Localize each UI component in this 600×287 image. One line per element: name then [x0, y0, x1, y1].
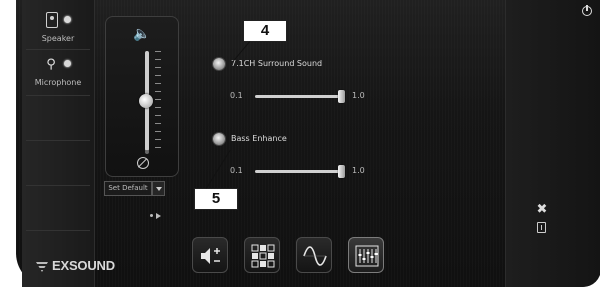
microphone-status-indicator [64, 60, 71, 67]
tab-equalizer[interactable] [296, 237, 332, 273]
tools-icon[interactable]: ✖ [535, 203, 549, 217]
info-icon[interactable] [537, 222, 546, 233]
bass-enhance-slider-track[interactable] [255, 170, 341, 173]
page-navigation-arrow[interactable] [150, 211, 166, 221]
bass-enhance-label: Bass Enhance [231, 134, 287, 143]
surround-sound-slider-track[interactable] [255, 95, 341, 98]
device-speaker[interactable]: Speaker [22, 6, 94, 50]
tab-environment[interactable] [244, 237, 280, 273]
right-panel [505, 0, 600, 287]
set-default-dropdown-button[interactable] [152, 181, 165, 196]
master-volume-panel: 🔈 [105, 16, 179, 177]
equalizer-wave-icon [303, 246, 327, 266]
environment-icon [251, 244, 275, 268]
surround-sound-toggle[interactable] [213, 58, 225, 70]
device-separator [26, 140, 90, 141]
callout-5: 5 [194, 188, 238, 210]
tab-speaker-settings[interactable] [192, 237, 228, 273]
speaker-status-indicator [64, 16, 71, 23]
mute-icon[interactable] [137, 157, 149, 169]
speaker-icon [46, 12, 58, 28]
callout-4: 4 [243, 20, 287, 42]
bass-enhance-slider-thumb[interactable] [338, 165, 345, 178]
bass-enhance-toggle[interactable] [213, 133, 225, 145]
bass-enhance-min-label: 0.1 [230, 166, 243, 175]
device-list: Speaker ⚲ Microphone [22, 0, 95, 287]
bass-enhance-max-label: 1.0 [352, 166, 365, 175]
mixer-icon [355, 245, 379, 267]
device-microphone-label: Microphone [34, 78, 82, 87]
device-microphone[interactable]: ⚲ Microphone [22, 50, 94, 94]
surround-sound-slider-thumb[interactable] [338, 90, 345, 103]
next-arrow-icon [156, 213, 161, 219]
volume-scale-ticks [155, 51, 161, 151]
microphone-icon: ⚲ [46, 57, 56, 72]
page-dot [150, 214, 153, 217]
device-separator [26, 185, 90, 186]
surround-sound-min-label: 0.1 [230, 91, 243, 100]
power-icon[interactable] [582, 5, 592, 16]
exsound-control-panel: Speaker ⚲ Microphone EXSOUND 🔈 Set Defau… [0, 0, 600, 287]
device-separator [26, 230, 90, 231]
tab-mixer[interactable] [348, 237, 384, 273]
surround-sound-label: 7.1CH Surround Sound [231, 59, 323, 68]
brand-logo: EXSOUND [22, 258, 132, 278]
exsound-logo-icon [36, 262, 48, 272]
set-default-button[interactable]: Set Default [104, 181, 152, 196]
volume-slider-thumb[interactable] [139, 94, 153, 108]
device-speaker-label: Speaker [41, 34, 75, 43]
brand-name: EXSOUND [52, 258, 115, 273]
volume-icon: 🔈 [133, 26, 151, 42]
speaker-settings-icon [201, 248, 220, 264]
surround-sound-max-label: 1.0 [352, 91, 365, 100]
volume-indicator-dot [145, 150, 149, 154]
device-separator [26, 95, 90, 96]
